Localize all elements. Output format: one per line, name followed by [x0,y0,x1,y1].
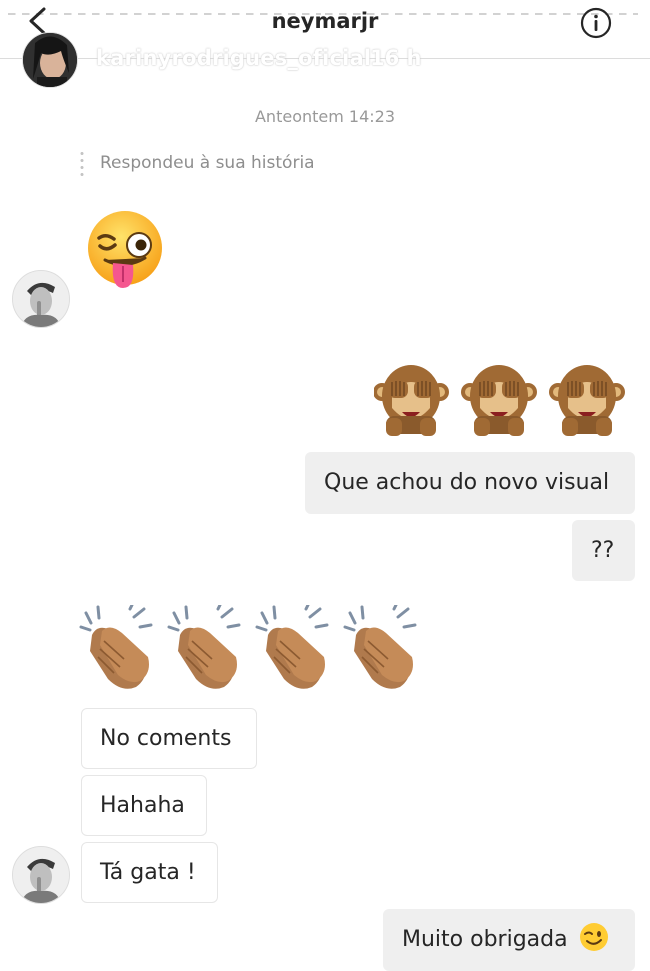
winking-tongue-emoji[interactable] [85,208,165,288]
message-text: No coments [100,726,232,751]
message-bubble-incoming[interactable]: Tá gata ! [81,842,218,903]
conversation-title[interactable]: neymarjr [0,9,650,33]
message-bubble-outgoing[interactable]: Que achou do novo visual [305,452,635,514]
sender-avatar[interactable] [12,846,70,904]
message-bubble-incoming[interactable]: Hahaha [81,775,207,836]
message-text: ?? [591,538,615,563]
story-author-avatar[interactable] [22,32,78,88]
info-button[interactable] [580,7,612,39]
avatar-photo [13,847,69,903]
see-no-evil-monkey-emojis[interactable] [374,358,632,438]
message-text: Muito obrigada [402,927,568,952]
reply-indicator [78,150,86,178]
clapping-hands-emojis[interactable] [78,605,423,693]
avatar-photo [13,271,69,327]
avatar-photo [23,33,77,87]
message-text: Tá gata ! [100,860,196,885]
winking-face-emoji [579,923,608,951]
sender-avatar[interactable] [12,270,70,328]
story-reply-label: Respondeu à sua história [100,153,315,173]
message-text: Hahaha [100,793,185,818]
story-time: 16 h [370,46,422,70]
story-username[interactable]: karinyrodrigues_oficial [96,46,371,70]
message-bubble-outgoing[interactable]: ?? [572,520,635,581]
message-text: Que achou do novo visual [324,470,610,495]
message-bubble-outgoing[interactable]: Muito obrigada [383,909,635,971]
message-timestamp: Anteontem 14:23 [254,107,396,126]
info-icon [580,7,612,39]
message-bubble-incoming[interactable]: No coments [81,708,257,769]
